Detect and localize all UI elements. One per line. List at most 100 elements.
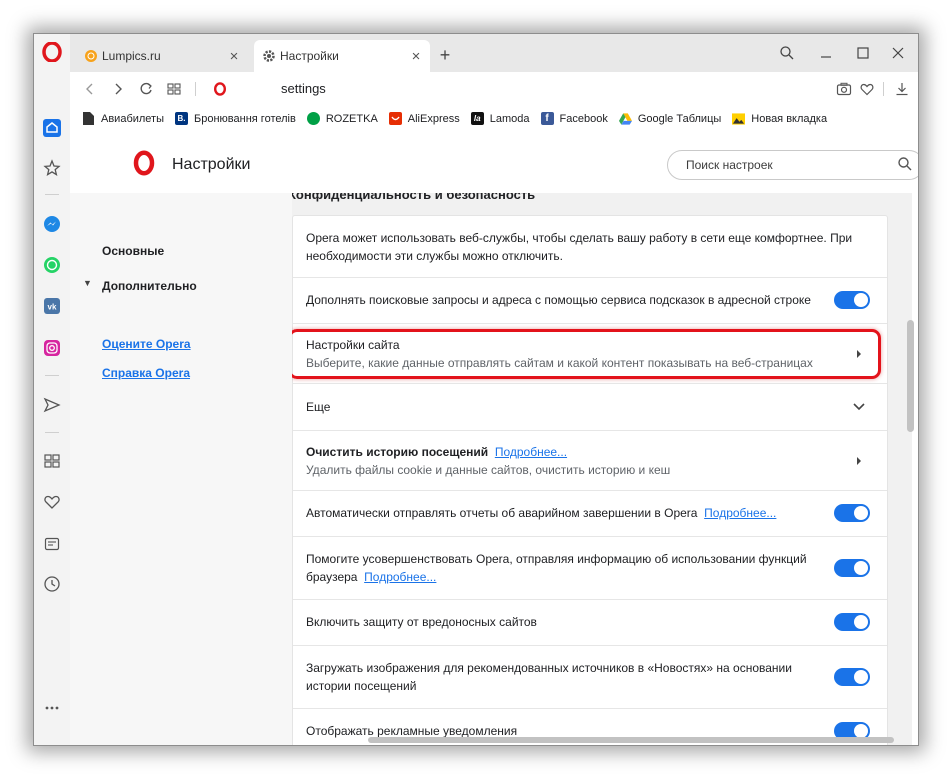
settings-header: Настройки bbox=[70, 132, 918, 193]
bookmark-lamoda[interactable]: la Lamoda bbox=[470, 112, 530, 125]
close-tab-icon[interactable]: × bbox=[226, 48, 242, 65]
gear-icon bbox=[262, 49, 276, 63]
instagram-icon[interactable] bbox=[42, 338, 62, 358]
rate-opera-link[interactable]: Оцените Opera bbox=[102, 337, 191, 351]
news-icon[interactable] bbox=[42, 534, 62, 554]
address-divider bbox=[883, 82, 884, 96]
more-link[interactable]: Подробнее... bbox=[364, 570, 436, 584]
bookmark-google-sheets[interactable]: Google Таблицы bbox=[618, 112, 721, 125]
browser-window: vk Lumpics.ru × Настройки × + settings А… bbox=[33, 33, 919, 746]
tab-strip: Lumpics.ru × Настройки × + bbox=[70, 34, 918, 72]
search-input[interactable] bbox=[684, 157, 888, 173]
opera-logo-icon[interactable] bbox=[42, 42, 62, 62]
nav-basic[interactable]: Основные bbox=[102, 244, 164, 258]
crash-report-row[interactable]: Автоматически отправлять отчеты об авари… bbox=[293, 490, 887, 536]
history-icon[interactable] bbox=[42, 574, 62, 594]
highlight-box bbox=[292, 329, 881, 379]
svg-text:vk: vk bbox=[48, 303, 57, 312]
reload-icon[interactable] bbox=[136, 79, 156, 99]
bookmark-heart-icon[interactable] bbox=[857, 79, 877, 99]
back-icon[interactable] bbox=[80, 79, 100, 99]
bookmarks-bar: Авиабилеты B. Бронювання готелів ROZETKA… bbox=[70, 105, 918, 133]
search-icon[interactable] bbox=[897, 156, 913, 172]
crash-report-toggle[interactable] bbox=[834, 504, 870, 522]
bookmark-label: Facebook bbox=[559, 112, 608, 125]
intro-row: Opera может использовать веб-службы, что… bbox=[293, 216, 887, 277]
more-icon[interactable] bbox=[42, 698, 62, 718]
bookmark-booking[interactable]: B. Бронювання готелів bbox=[175, 112, 296, 125]
tabs-grid-icon[interactable] bbox=[164, 79, 184, 99]
bookmark-rozetka[interactable]: ROZETKA bbox=[306, 112, 378, 125]
more-text: Еще bbox=[306, 400, 331, 414]
aliexpress-icon bbox=[388, 112, 402, 125]
bookmark-facebook[interactable]: f Facebook bbox=[540, 112, 608, 125]
home-icon[interactable] bbox=[42, 118, 62, 138]
clear-history-row[interactable]: Очистить историю посещений Подробнее... … bbox=[293, 430, 887, 490]
clear-history-sub: Удалить файлы cookie и данные сайтов, оч… bbox=[306, 463, 671, 477]
messenger-icon[interactable] bbox=[42, 214, 62, 234]
protect-row[interactable]: Включить защиту от вредоносных сайтов bbox=[293, 599, 887, 645]
address-bar: settings bbox=[70, 72, 918, 105]
document-icon bbox=[82, 112, 95, 125]
bookmark-label: ROZETKA bbox=[325, 112, 378, 125]
bookmark-label: Бронювання готелів bbox=[194, 112, 296, 125]
crash-text: Автоматически отправлять отчеты об авари… bbox=[306, 506, 698, 520]
search-tabs-icon[interactable] bbox=[776, 42, 798, 64]
new-tab-button[interactable]: + bbox=[436, 46, 454, 64]
chevron-right-icon bbox=[853, 455, 865, 467]
settings-main: Конфиденциальность и безопасность Opera … bbox=[292, 193, 912, 745]
chevron-down-icon[interactable] bbox=[853, 401, 865, 413]
improve-text-line: Помогите усовершенствовать Opera, отправ… bbox=[306, 550, 807, 586]
news-images-toggle[interactable] bbox=[834, 668, 870, 686]
sidebar-divider bbox=[45, 194, 59, 195]
star-icon[interactable] bbox=[42, 158, 62, 178]
send-icon[interactable] bbox=[42, 395, 62, 415]
facebook-badge: f bbox=[545, 113, 549, 124]
suggest-toggle[interactable] bbox=[834, 291, 870, 309]
section-title: Конфиденциальность и безопасность bbox=[292, 193, 536, 202]
sidebar-divider bbox=[45, 375, 59, 376]
improve-toggle[interactable] bbox=[834, 559, 870, 577]
speed-dial-icon[interactable] bbox=[42, 451, 62, 471]
close-tab-icon[interactable]: × bbox=[408, 48, 424, 65]
bookmark-aviabilety[interactable]: Авиабилеты bbox=[82, 112, 164, 125]
vertical-scrollbar[interactable] bbox=[907, 320, 914, 432]
protect-toggle[interactable] bbox=[834, 613, 870, 631]
url-text[interactable]: settings bbox=[281, 81, 326, 96]
improve-row[interactable]: Помогите усовершенствовать Opera, отправ… bbox=[293, 536, 887, 599]
facebook-icon: f bbox=[540, 112, 554, 125]
tab-title: Lumpics.ru bbox=[102, 49, 161, 63]
minimize-icon[interactable] bbox=[815, 42, 837, 64]
settings-search[interactable] bbox=[667, 150, 918, 180]
more-row[interactable]: Еще bbox=[293, 383, 887, 430]
tab-settings[interactable]: Настройки × bbox=[254, 40, 430, 72]
vk-icon[interactable]: vk bbox=[42, 296, 62, 316]
heart-icon[interactable] bbox=[42, 492, 62, 512]
clear-history-title-line: Очистить историю посещений Подробнее... bbox=[306, 443, 819, 461]
tab-lumpics[interactable]: Lumpics.ru × bbox=[76, 40, 248, 72]
bookmark-aliexpress[interactable]: AliExpress bbox=[388, 112, 460, 125]
bookmark-label: Новая вкладка bbox=[751, 112, 828, 125]
news-images-row[interactable]: Загружать изображения для рекомендованны… bbox=[293, 645, 887, 708]
download-icon[interactable] bbox=[892, 79, 912, 99]
more-link[interactable]: Подробнее... bbox=[704, 506, 776, 520]
lamoda-badge: la bbox=[473, 114, 481, 123]
suggest-row[interactable]: Дополнять поисковые запросы и адреса с п… bbox=[293, 277, 887, 323]
maximize-icon[interactable] bbox=[852, 42, 874, 64]
horizontal-scrollbar[interactable] bbox=[368, 737, 894, 743]
whatsapp-icon[interactable] bbox=[42, 255, 62, 275]
news-text: Загружать изображения для рекомендованны… bbox=[306, 661, 792, 693]
nav-advanced[interactable]: Дополнительно bbox=[102, 279, 197, 293]
site-settings-row[interactable]: Настройки сайта Выберите, какие данные о… bbox=[292, 323, 887, 383]
page-title: Настройки bbox=[172, 156, 251, 173]
close-window-icon[interactable] bbox=[887, 42, 909, 64]
more-link[interactable]: Подробнее... bbox=[495, 445, 567, 459]
forward-icon[interactable] bbox=[108, 79, 128, 99]
booking-badge: B. bbox=[177, 114, 186, 123]
bookmark-label: Lamoda bbox=[489, 112, 530, 125]
help-opera-link[interactable]: Справка Opera bbox=[102, 366, 190, 380]
address-divider bbox=[195, 82, 196, 96]
bookmark-new-tab[interactable]: Новая вкладка bbox=[732, 112, 827, 125]
protect-text: Включить защиту от вредоносных сайтов bbox=[306, 615, 537, 629]
camera-icon[interactable] bbox=[834, 79, 854, 99]
